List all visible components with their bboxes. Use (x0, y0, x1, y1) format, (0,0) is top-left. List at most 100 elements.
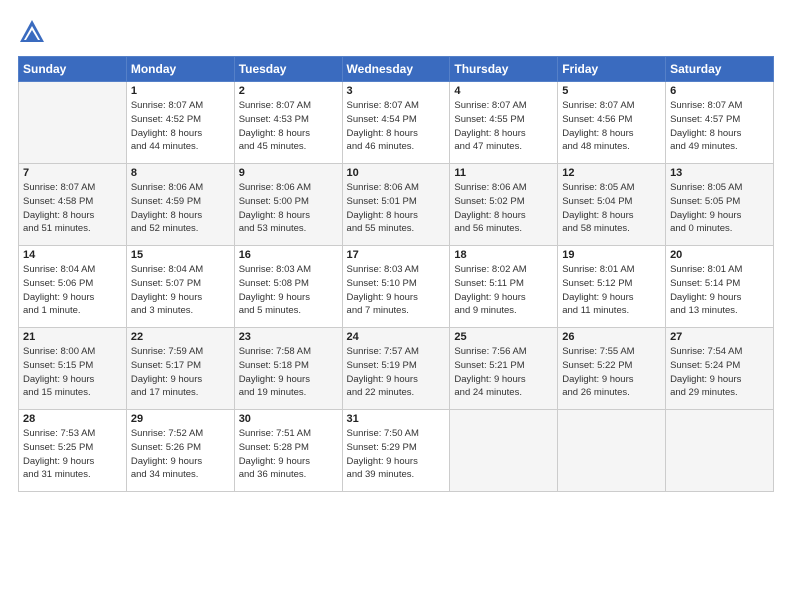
header (18, 18, 774, 46)
day-info: Sunrise: 7:52 AMSunset: 5:26 PMDaylight:… (131, 427, 230, 482)
weekday-header-tuesday: Tuesday (234, 57, 342, 82)
day-number: 18 (454, 249, 553, 261)
calendar-cell (558, 410, 666, 492)
day-number: 30 (239, 413, 338, 425)
weekday-header-friday: Friday (558, 57, 666, 82)
day-info: Sunrise: 8:03 AMSunset: 5:08 PMDaylight:… (239, 263, 338, 318)
day-number: 17 (347, 249, 446, 261)
day-info: Sunrise: 8:07 AMSunset: 4:58 PMDaylight:… (23, 181, 122, 236)
calendar-cell: 30 Sunrise: 7:51 AMSunset: 5:28 PMDayligh… (234, 410, 342, 492)
day-info: Sunrise: 8:06 AMSunset: 4:59 PMDaylight:… (131, 181, 230, 236)
day-info: Sunrise: 8:06 AMSunset: 5:01 PMDaylight:… (347, 181, 446, 236)
day-info: Sunrise: 7:50 AMSunset: 5:29 PMDaylight:… (347, 427, 446, 482)
day-info: Sunrise: 8:07 AMSunset: 4:55 PMDaylight:… (454, 99, 553, 154)
day-number: 5 (562, 85, 661, 97)
calendar-week-row: 1Sunrise: 8:07 AMSunset: 4:52 PMDaylight… (19, 82, 774, 164)
day-number: 23 (239, 331, 338, 343)
calendar-week-row: 7Sunrise: 8:07 AMSunset: 4:58 PMDaylight… (19, 164, 774, 246)
calendar-cell (19, 82, 127, 164)
calendar-week-row: 14 Sunrise: 8:04 AMSunset: 5:06 PMDayligh… (19, 246, 774, 328)
day-info: Sunrise: 8:05 AMSunset: 5:04 PMDaylight:… (562, 181, 661, 236)
day-info: Sunrise: 8:03 AMSunset: 5:10 PMDaylight:… (347, 263, 446, 318)
day-info: Sunrise: 8:07 AMSunset: 4:56 PMDaylight:… (562, 99, 661, 154)
calendar-body: 1Sunrise: 8:07 AMSunset: 4:52 PMDaylight… (19, 82, 774, 492)
day-info: Sunrise: 8:05 AMSunset: 5:05 PMDaylight:… (670, 181, 769, 236)
day-info: Sunrise: 8:04 AMSunset: 5:06 PMDaylight:… (23, 263, 122, 318)
day-info: Sunrise: 7:53 AMSunset: 5:25 PMDaylight:… (23, 427, 122, 482)
day-number: 15 (131, 249, 230, 261)
day-info: Sunrise: 8:01 AMSunset: 5:12 PMDaylight:… (562, 263, 661, 318)
day-number: 14 (23, 249, 122, 261)
calendar-cell: 8 Sunrise: 8:06 AMSunset: 4:59 PMDaylight… (126, 164, 234, 246)
day-number: 16 (239, 249, 338, 261)
calendar-cell: 27Sunrise: 7:54 AMSunset: 5:24 PMDayligh… (666, 328, 774, 410)
calendar-cell: 19 Sunrise: 8:01 AMSunset: 5:12 PMDayligh… (558, 246, 666, 328)
day-number: 31 (347, 413, 446, 425)
calendar-cell: 12 Sunrise: 8:05 AMSunset: 5:04 PMDayligh… (558, 164, 666, 246)
day-number: 13 (670, 167, 769, 179)
calendar-cell: 31 Sunrise: 7:50 AMSunset: 5:29 PMDayligh… (342, 410, 450, 492)
calendar-cell: 18Sunrise: 8:02 AMSunset: 5:11 PMDayligh… (450, 246, 558, 328)
calendar-cell: 9 Sunrise: 8:06 AMSunset: 5:00 PMDaylight… (234, 164, 342, 246)
day-number: 8 (131, 167, 230, 179)
calendar-cell: 21 Sunrise: 8:00 AMSunset: 5:15 PMDayligh… (19, 328, 127, 410)
day-number: 2 (239, 85, 338, 97)
day-info: Sunrise: 8:07 AMSunset: 4:54 PMDaylight:… (347, 99, 446, 154)
calendar-cell: 23Sunrise: 7:58 AMSunset: 5:18 PMDayligh… (234, 328, 342, 410)
calendar-cell: 2 Sunrise: 8:07 AMSunset: 4:53 PMDaylight… (234, 82, 342, 164)
day-number: 4 (454, 85, 553, 97)
day-number: 3 (347, 85, 446, 97)
calendar-cell: 22Sunrise: 7:59 AMSunset: 5:17 PMDayligh… (126, 328, 234, 410)
calendar-cell: 13 Sunrise: 8:05 AMSunset: 5:05 PMDayligh… (666, 164, 774, 246)
day-info: Sunrise: 8:04 AMSunset: 5:07 PMDaylight:… (131, 263, 230, 318)
day-number: 22 (131, 331, 230, 343)
day-number: 6 (670, 85, 769, 97)
logo (18, 18, 50, 46)
weekday-header-saturday: Saturday (666, 57, 774, 82)
day-number: 9 (239, 167, 338, 179)
calendar-cell: 3 Sunrise: 8:07 AMSunset: 4:54 PMDaylight… (342, 82, 450, 164)
day-info: Sunrise: 7:56 AMSunset: 5:21 PMDaylight:… (454, 345, 553, 400)
weekday-header-row: SundayMondayTuesdayWednesdayThursdayFrid… (19, 57, 774, 82)
calendar-cell: 4 Sunrise: 8:07 AMSunset: 4:55 PMDaylight… (450, 82, 558, 164)
logo-icon (18, 18, 46, 46)
day-number: 26 (562, 331, 661, 343)
calendar-cell: 16 Sunrise: 8:03 AMSunset: 5:08 PMDayligh… (234, 246, 342, 328)
weekday-header-sunday: Sunday (19, 57, 127, 82)
day-info: Sunrise: 7:51 AMSunset: 5:28 PMDaylight:… (239, 427, 338, 482)
day-info: Sunrise: 7:54 AMSunset: 5:24 PMDaylight:… (670, 345, 769, 400)
day-info: Sunrise: 8:07 AMSunset: 4:57 PMDaylight:… (670, 99, 769, 154)
calendar-cell: 25 Sunrise: 7:56 AMSunset: 5:21 PMDayligh… (450, 328, 558, 410)
calendar-cell: 26 Sunrise: 7:55 AMSunset: 5:22 PMDayligh… (558, 328, 666, 410)
day-info: Sunrise: 8:01 AMSunset: 5:14 PMDaylight:… (670, 263, 769, 318)
day-number: 21 (23, 331, 122, 343)
day-info: Sunrise: 7:55 AMSunset: 5:22 PMDaylight:… (562, 345, 661, 400)
day-number: 11 (454, 167, 553, 179)
calendar-cell: 7Sunrise: 8:07 AMSunset: 4:58 PMDaylight… (19, 164, 127, 246)
calendar-week-row: 21 Sunrise: 8:00 AMSunset: 5:15 PMDayligh… (19, 328, 774, 410)
calendar-header: SundayMondayTuesdayWednesdayThursdayFrid… (19, 57, 774, 82)
day-number: 19 (562, 249, 661, 261)
page: SundayMondayTuesdayWednesdayThursdayFrid… (0, 0, 792, 612)
day-number: 24 (347, 331, 446, 343)
weekday-header-monday: Monday (126, 57, 234, 82)
calendar-cell: 5 Sunrise: 8:07 AMSunset: 4:56 PMDaylight… (558, 82, 666, 164)
calendar-cell: 28Sunrise: 7:53 AMSunset: 5:25 PMDayligh… (19, 410, 127, 492)
day-number: 29 (131, 413, 230, 425)
calendar-cell: 11 Sunrise: 8:06 AMSunset: 5:02 PMDayligh… (450, 164, 558, 246)
calendar-week-row: 28Sunrise: 7:53 AMSunset: 5:25 PMDayligh… (19, 410, 774, 492)
day-info: Sunrise: 7:57 AMSunset: 5:19 PMDaylight:… (347, 345, 446, 400)
weekday-header-thursday: Thursday (450, 57, 558, 82)
calendar-cell: 6 Sunrise: 8:07 AMSunset: 4:57 PMDaylight… (666, 82, 774, 164)
weekday-header-wednesday: Wednesday (342, 57, 450, 82)
day-info: Sunrise: 8:00 AMSunset: 5:15 PMDaylight:… (23, 345, 122, 400)
calendar-cell: 1Sunrise: 8:07 AMSunset: 4:52 PMDaylight… (126, 82, 234, 164)
day-info: Sunrise: 8:07 AMSunset: 4:53 PMDaylight:… (239, 99, 338, 154)
day-number: 12 (562, 167, 661, 179)
day-number: 10 (347, 167, 446, 179)
calendar-cell: 10 Sunrise: 8:06 AMSunset: 5:01 PMDayligh… (342, 164, 450, 246)
day-info: Sunrise: 8:06 AMSunset: 5:02 PMDaylight:… (454, 181, 553, 236)
day-info: Sunrise: 8:06 AMSunset: 5:00 PMDaylight:… (239, 181, 338, 236)
day-number: 25 (454, 331, 553, 343)
calendar-cell: 14 Sunrise: 8:04 AMSunset: 5:06 PMDayligh… (19, 246, 127, 328)
